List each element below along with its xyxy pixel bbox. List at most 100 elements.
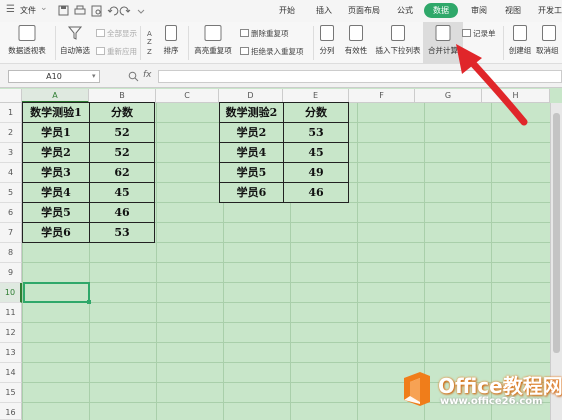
hamburger-icon[interactable]: ☰ [6, 4, 15, 15]
table1-cell-name[interactable]: 学员1 [22, 122, 90, 143]
delete-duplicates-icon [240, 29, 249, 37]
tab-home[interactable]: 开始 [279, 5, 295, 16]
table1-cell-score[interactable]: 52 [89, 122, 155, 143]
quick-access-toolbar [58, 5, 145, 17]
scrollbar-thumb[interactable] [553, 113, 560, 353]
row-header-1[interactable]: 1 [0, 103, 22, 123]
pivot-table-button[interactable]: 数据透视表 [4, 22, 50, 64]
print-icon[interactable] [74, 5, 86, 15]
reapply-button[interactable]: 重新应用 [96, 46, 137, 57]
active-cell-a10[interactable] [23, 282, 90, 303]
column-header-a[interactable]: A [22, 89, 89, 103]
insert-dropdown-list-button[interactable]: 插入下拉列表 [374, 22, 422, 64]
tab-review[interactable]: 审阅 [471, 5, 487, 16]
text-to-columns-icon [320, 25, 334, 41]
name-box-dropdown-icon[interactable]: ▾ [92, 70, 96, 83]
row-header-11[interactable]: 11 [0, 303, 22, 323]
ungroup-button[interactable]: 取消组 [536, 22, 562, 64]
reject-duplicates-button[interactable]: 拒绝录入重复项 [240, 46, 304, 57]
tab-developer[interactable]: 开发工 [538, 5, 562, 16]
table2-cell-name[interactable]: 学员4 [219, 142, 284, 163]
row-header-14[interactable]: 14 [0, 363, 22, 383]
select-all-corner[interactable] [0, 89, 22, 103]
row-header-2[interactable]: 2 [0, 123, 22, 143]
table1-cell-name[interactable]: 学员2 [22, 142, 90, 163]
file-menu[interactable]: 文件 [20, 5, 36, 16]
row-header-6[interactable]: 6 [0, 203, 22, 223]
table2-cell-name[interactable]: 学员5 [219, 162, 284, 183]
tab-page-layout[interactable]: 页面布局 [348, 5, 380, 16]
row-header-4[interactable]: 4 [0, 163, 22, 183]
row-header-10[interactable]: 10 [0, 283, 22, 303]
table2-cell-name[interactable]: 学员6 [219, 182, 284, 203]
column-header-h[interactable]: H [482, 89, 550, 103]
table2-cell-score[interactable]: 45 [283, 142, 349, 163]
table1-header-score[interactable]: 分数 [89, 102, 155, 123]
tab-view[interactable]: 视图 [505, 5, 521, 16]
record-form-icon [462, 29, 471, 37]
redo-icon[interactable] [119, 6, 131, 16]
watermark-url: www.office26.com [440, 396, 543, 407]
table1-cell-score[interactable]: 53 [89, 222, 155, 243]
text-to-columns-button[interactable]: 分列 [316, 22, 338, 64]
row-header-8[interactable]: 8 [0, 243, 22, 263]
column-header-e[interactable]: E [283, 89, 349, 103]
consolidate-icon [435, 25, 451, 41]
table1-cell-name[interactable]: 学员4 [22, 182, 90, 203]
create-group-icon [513, 25, 527, 41]
row-header-16[interactable]: 16 [0, 403, 22, 420]
row-header-7[interactable]: 7 [0, 223, 22, 243]
autofilter-button[interactable]: 自动筛选 [56, 22, 94, 64]
column-header-g[interactable]: G [415, 89, 482, 103]
row-header-13[interactable]: 13 [0, 343, 22, 363]
table2-cell-score[interactable]: 49 [283, 162, 349, 183]
show-all-button[interactable]: 全部显示 [96, 28, 137, 39]
file-menu-arrow-icon[interactable]: ⌄ [40, 3, 48, 13]
table1-cell-score[interactable]: 45 [89, 182, 155, 203]
table2-header-subject[interactable]: 数学测验2 [219, 102, 284, 123]
undo-icon[interactable] [107, 6, 119, 16]
column-header-c[interactable]: C [156, 89, 219, 103]
table2-cell-score[interactable]: 53 [283, 122, 349, 143]
table2-cell-name[interactable]: 学员2 [219, 122, 284, 143]
table2-header-score[interactable]: 分数 [283, 102, 349, 123]
table1-cell-name[interactable]: 学员3 [22, 162, 90, 183]
data-validation-button[interactable]: 有效性 [340, 22, 372, 64]
row-header-9[interactable]: 9 [0, 263, 22, 283]
row-header-12[interactable]: 12 [0, 323, 22, 343]
ribbon-divider [313, 26, 314, 60]
row-header-5[interactable]: 5 [0, 183, 22, 203]
formula-input[interactable] [158, 70, 562, 83]
delete-duplicates-button[interactable]: 删除重复项 [240, 28, 289, 39]
row-header-3[interactable]: 3 [0, 143, 22, 163]
customize-icon[interactable] [137, 9, 145, 14]
highlight-duplicates-button[interactable]: 高亮重复项 [190, 22, 236, 64]
fill-handle[interactable] [87, 300, 91, 304]
fx-icon[interactable]: fx [143, 70, 152, 80]
tab-data[interactable]: 数据 [424, 3, 458, 18]
sort-az-icon[interactable]: A Z Z [146, 28, 156, 56]
magnifier-icon[interactable] [128, 71, 139, 82]
column-header-f[interactable]: F [349, 89, 415, 103]
table1-cell-score[interactable]: 52 [89, 142, 155, 163]
column-header-d[interactable]: D [219, 89, 283, 103]
sort-button[interactable]: 排序 [158, 22, 184, 64]
save-icon[interactable] [58, 5, 69, 16]
tab-formulas[interactable]: 公式 [397, 5, 413, 16]
row-header-15[interactable]: 15 [0, 383, 22, 403]
reject-duplicates-icon [240, 47, 249, 55]
table2-cell-score[interactable]: 46 [283, 182, 349, 203]
preview-icon[interactable] [91, 5, 102, 17]
table1-cell-score[interactable]: 62 [89, 162, 155, 183]
table1-cell-score[interactable]: 46 [89, 202, 155, 223]
create-group-button[interactable]: 创建组 [506, 22, 534, 64]
consolidate-button[interactable]: 合并计算 [424, 22, 462, 64]
table1-header-subject[interactable]: 数学测验1 [22, 102, 90, 123]
table1-cell-name[interactable]: 学员6 [22, 222, 90, 243]
name-box[interactable]: A10 [8, 70, 100, 83]
tab-insert[interactable]: 插入 [316, 5, 332, 16]
pivot-table-icon [18, 25, 36, 41]
record-form-button[interactable]: 记录单 [462, 28, 496, 39]
table1-cell-name[interactable]: 学员5 [22, 202, 90, 223]
column-header-b[interactable]: B [89, 89, 156, 103]
